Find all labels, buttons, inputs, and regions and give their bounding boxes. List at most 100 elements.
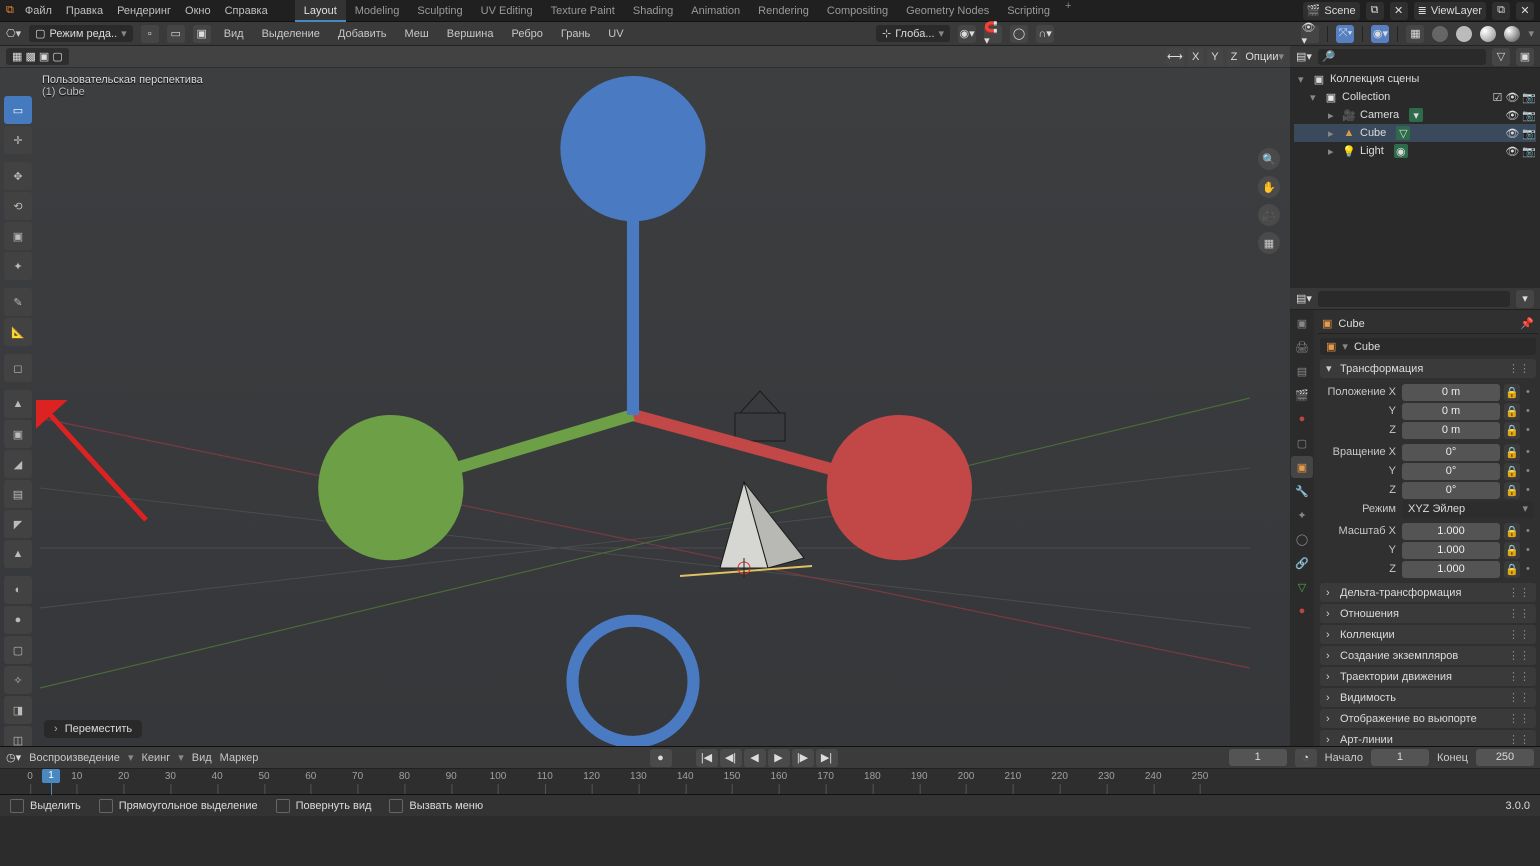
panel-visibility[interactable]: ›Видимость⋮⋮ (1320, 688, 1536, 707)
timeline-ruler[interactable]: 1 01020304050607080901001101201301401501… (0, 769, 1540, 794)
keyframe-dot[interactable]: • (1526, 465, 1534, 477)
mirror-z[interactable]: Z (1227, 48, 1242, 66)
tab-viewlayer[interactable]: ▤ (1291, 360, 1313, 382)
lock-icon[interactable]: 🔒 (1504, 482, 1520, 499)
lock-icon[interactable]: 🔒 (1504, 403, 1520, 420)
select-vertex-button[interactable]: ▫ (141, 25, 159, 43)
panel-lineart[interactable]: ›Арт-линии⋮⋮ (1320, 730, 1536, 746)
overlay-toggle[interactable]: ◉▾ (1371, 25, 1389, 43)
tab-object[interactable]: ▣ (1291, 456, 1313, 478)
menu-view[interactable]: Вид (219, 28, 249, 40)
pin-icon[interactable]: 📌 (1520, 317, 1534, 330)
menu-face[interactable]: Грань (556, 28, 595, 40)
snap-button[interactable]: 🧲▾ (984, 25, 1002, 43)
eye-icon[interactable]: 👁 (1505, 109, 1519, 122)
tab-world[interactable]: ● (1291, 408, 1313, 430)
visibility-button[interactable]: 👁▾ (1301, 25, 1319, 43)
viewport-3d[interactable]: ▭ ✛ ✥ ⟲ ▣ ✦ ✎ 📐 ◻ ▲ ▣ ◢ ▤ ◤ ▲ ◐ ● ▢ ✧ ◨ (0, 68, 1290, 746)
mirror-y[interactable]: Y (1207, 48, 1222, 66)
properties-search[interactable] (1318, 291, 1510, 307)
tab-render[interactable]: ▣ (1291, 312, 1313, 334)
autokey-button[interactable]: ● (650, 749, 672, 767)
keyframe-dot[interactable]: • (1526, 446, 1534, 458)
tab-scripting[interactable]: Scripting (998, 0, 1059, 22)
rot-y-value[interactable]: 0° (1402, 463, 1500, 480)
tab-geonodes[interactable]: Geometry Nodes (897, 0, 998, 22)
properties-editor-icon[interactable]: ▤▾ (1296, 292, 1312, 305)
preview-range-button[interactable]: ◔ (1295, 749, 1317, 767)
keyframe-dot[interactable]: • (1526, 386, 1534, 398)
menu-render[interactable]: Рендеринг (110, 0, 178, 22)
render-icon[interactable]: 📷 (1522, 109, 1536, 122)
play-button[interactable]: ▶ (768, 749, 790, 767)
panel-menu-icon[interactable]: ⋮⋮ (1508, 649, 1530, 662)
render-icon[interactable]: 📷 (1522, 127, 1536, 140)
menu-select[interactable]: Выделение (257, 28, 325, 40)
menu-file[interactable]: Файл (18, 0, 59, 22)
tab-shading[interactable]: Shading (624, 0, 682, 22)
menu-tl-view[interactable]: Вид (192, 752, 212, 764)
viewlayer-remove-button[interactable]: ✕ (1516, 2, 1534, 20)
select-face-button[interactable]: ▣ (193, 25, 211, 43)
tab-layout[interactable]: Layout (295, 0, 346, 22)
current-frame[interactable]: 1 (1229, 749, 1287, 766)
panel-menu-icon[interactable]: ⋮⋮ (1508, 362, 1530, 375)
render-icon[interactable]: 📷 (1522, 145, 1536, 158)
panel-menu-icon[interactable]: ⋮⋮ (1508, 712, 1530, 725)
loc-z-value[interactable]: 0 m (1402, 422, 1500, 439)
scene-browse-button[interactable]: ⧉ (1366, 2, 1384, 20)
tab-modifiers[interactable]: 🔧 (1291, 480, 1313, 502)
lock-icon[interactable]: 🔒 (1504, 384, 1520, 401)
scene-new-button[interactable]: ✕ (1390, 2, 1408, 20)
add-workspace-button[interactable]: + (1059, 0, 1077, 22)
proportional-button[interactable]: ◯ (1010, 25, 1028, 43)
end-frame[interactable]: 250 (1476, 749, 1534, 766)
panel-viewport-display[interactable]: ›Отображение во вьюпорте⋮⋮ (1320, 709, 1536, 728)
perspective-toggle[interactable]: ▦ (1258, 232, 1280, 254)
tab-compositing[interactable]: Compositing (818, 0, 897, 22)
scale-x-value[interactable]: 1.000 (1402, 523, 1500, 540)
tab-output[interactable]: 🖨 (1291, 336, 1313, 358)
keyframe-dot[interactable]: • (1526, 544, 1534, 556)
eye-icon[interactable]: 👁 (1505, 127, 1519, 140)
viewlayer-selector[interactable]: ≣ ViewLayer (1414, 2, 1486, 20)
tab-rendering[interactable]: Rendering (749, 0, 818, 22)
editor-type-icon[interactable]: ⎔▾ (6, 27, 21, 40)
panel-menu-icon[interactable]: ⋮⋮ (1508, 586, 1530, 599)
camera-view-button[interactable]: 🎥 (1258, 204, 1280, 226)
tab-texpaint[interactable]: Texture Paint (542, 0, 624, 22)
outliner-item-cube[interactable]: ▸ ▲ Cube ▽ 👁📷 (1294, 124, 1536, 142)
shading-dropdown-icon[interactable]: ▾ (1528, 27, 1534, 40)
tab-particles[interactable]: ✦ (1291, 504, 1313, 526)
panel-menu-icon[interactable]: ⋮⋮ (1508, 691, 1530, 704)
properties-options-button[interactable]: ▾ (1516, 290, 1534, 308)
lock-icon[interactable]: 🔒 (1504, 523, 1520, 540)
tab-material[interactable]: ● (1291, 600, 1313, 622)
eye-icon[interactable]: 👁 (1505, 145, 1519, 158)
pivot-button[interactable]: ◉▾ (958, 25, 976, 43)
panel-motion-paths[interactable]: ›Траектории движения⋮⋮ (1320, 667, 1536, 686)
menu-playback[interactable]: Воспроизведение (29, 752, 120, 764)
lock-icon[interactable]: 🔒 (1504, 422, 1520, 439)
jump-end-button[interactable]: ▶| (816, 749, 838, 767)
panel-menu-icon[interactable]: ⋮⋮ (1508, 607, 1530, 620)
shading-solid[interactable] (1456, 26, 1472, 42)
mirror-x[interactable]: X (1188, 48, 1203, 66)
select-edge-button[interactable]: ▭ (167, 25, 185, 43)
timeline-editor-icon[interactable]: ◷▾ (6, 751, 21, 764)
menu-mesh[interactable]: Меш (400, 28, 434, 40)
tab-mesh[interactable]: ▽ (1291, 576, 1313, 598)
menu-edge[interactable]: Ребро (506, 28, 547, 40)
tab-physics[interactable]: ◯ (1291, 528, 1313, 550)
tab-scene[interactable]: 🎬 (1291, 384, 1313, 406)
tab-sculpting[interactable]: Sculpting (408, 0, 471, 22)
xray-button[interactable]: ▦ (1406, 25, 1424, 43)
lock-icon[interactable]: 🔒 (1504, 561, 1520, 578)
panel-delta-transform[interactable]: ›Дельта-трансформация⋮⋮ (1320, 583, 1536, 602)
next-key-button[interactable]: |▶ (792, 749, 814, 767)
outliner-item-camera[interactable]: ▸ 🎥 Camera ▾ 👁📷 (1294, 106, 1536, 124)
mode-selector[interactable]: ▢ Режим реда..▾ (29, 25, 133, 42)
tab-collection-props[interactable]: ▢ (1291, 432, 1313, 454)
keyframe-dot[interactable]: • (1526, 484, 1534, 496)
tab-constraints[interactable]: 🔗 (1291, 552, 1313, 574)
